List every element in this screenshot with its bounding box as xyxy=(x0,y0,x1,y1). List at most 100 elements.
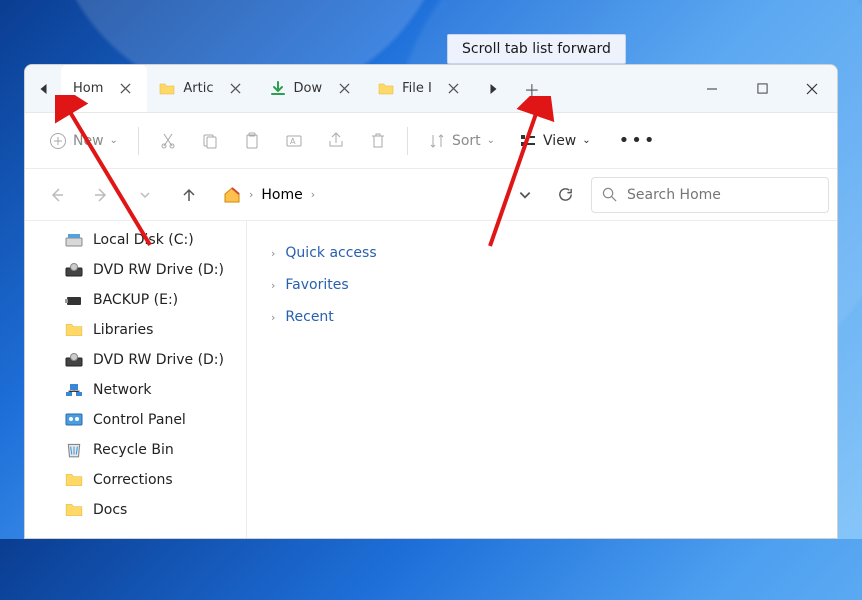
triangle-left-icon xyxy=(39,83,48,95)
sidebar-item-local-disk[interactable]: Local Disk (C:) xyxy=(25,225,246,255)
more-options-button[interactable]: ••• xyxy=(609,122,667,159)
sort-label: Sort xyxy=(452,133,481,149)
sidebar-item-libraries[interactable]: Libraries xyxy=(25,315,246,345)
tab-articles[interactable]: Artic xyxy=(147,65,257,112)
section-recent[interactable]: › Recent xyxy=(267,301,817,333)
window-controls xyxy=(687,65,837,113)
dvd-icon xyxy=(65,261,83,279)
triangle-right-icon xyxy=(489,83,498,95)
section-label: Quick access xyxy=(285,245,376,261)
titlebar: Hom Artic Dow File I ＋ xyxy=(25,65,837,113)
history-dropdown-button[interactable] xyxy=(507,177,543,213)
address-bar: › Home › xyxy=(25,169,837,221)
close-icon xyxy=(448,83,459,94)
tab-label: Artic xyxy=(183,81,213,96)
section-quick-access[interactable]: ›Quick access xyxy=(267,237,817,269)
tab-close-button[interactable] xyxy=(330,75,358,103)
delete-button[interactable] xyxy=(359,124,397,158)
sidebar-label: DVD RW Drive (D:) xyxy=(93,262,224,278)
content-pane[interactable]: ›Quick access › Favorites › Recent xyxy=(247,221,837,538)
usb-drive-icon xyxy=(65,291,83,309)
view-button[interactable]: View ⌄ xyxy=(509,124,601,158)
chevron-right-icon: › xyxy=(271,311,275,324)
section-favorites[interactable]: › Favorites xyxy=(267,269,817,301)
paste-button[interactable] xyxy=(233,124,271,158)
sidebar-item-backup[interactable]: BACKUP (E:) xyxy=(25,285,246,315)
breadcrumb-bar[interactable]: › Home › xyxy=(215,177,499,213)
chevron-down-icon: ⌄ xyxy=(487,135,495,146)
tab-close-button[interactable] xyxy=(222,75,250,103)
chevron-down-icon xyxy=(139,189,151,201)
divider xyxy=(407,127,408,155)
section-label: Recent xyxy=(285,309,333,325)
arrow-up-icon xyxy=(180,186,198,204)
control-panel-icon xyxy=(65,411,83,429)
tab-label: Hom xyxy=(73,81,103,96)
sidebar-item-corrections[interactable]: Corrections xyxy=(25,465,246,495)
scroll-tabs-forward-button[interactable] xyxy=(476,65,512,113)
rename-button[interactable]: A xyxy=(275,124,313,158)
cut-icon xyxy=(159,132,177,150)
refresh-icon xyxy=(557,186,574,203)
home-icon xyxy=(223,186,241,204)
chevron-down-icon: ⌄ xyxy=(110,135,118,146)
sidebar-item-recycle-bin[interactable]: Recycle Bin xyxy=(25,435,246,465)
delete-icon xyxy=(369,132,387,150)
command-toolbar: New ⌄ A Sort ⌄ View ⌄ ••• xyxy=(25,113,837,169)
sidebar-item-dvd[interactable]: DVD RW Drive (D:) xyxy=(25,255,246,285)
sidebar-label: DVD RW Drive (D:) xyxy=(93,352,224,368)
new-tab-button[interactable]: ＋ xyxy=(512,65,552,113)
nav-recent-button[interactable] xyxy=(127,177,163,213)
maximize-button[interactable] xyxy=(737,65,787,113)
minimize-icon xyxy=(706,83,718,95)
sidebar-label: Control Panel xyxy=(93,412,186,428)
search-box[interactable] xyxy=(591,177,829,213)
copy-button[interactable] xyxy=(191,124,229,158)
sidebar-item-network[interactable]: Network xyxy=(25,375,246,405)
nav-forward-button[interactable] xyxy=(83,177,119,213)
rename-icon: A xyxy=(285,132,303,150)
close-icon xyxy=(120,83,131,94)
nav-back-button[interactable] xyxy=(39,177,75,213)
new-icon xyxy=(49,132,67,150)
search-input[interactable] xyxy=(627,187,818,203)
sidebar-item-docs[interactable]: Docs xyxy=(25,495,246,525)
sidebar-label: Libraries xyxy=(93,322,153,338)
divider xyxy=(138,127,139,155)
section-label: Favorites xyxy=(285,277,348,293)
navigation-pane[interactable]: Local Disk (C:) DVD RW Drive (D:) BACKUP… xyxy=(25,221,247,538)
maximize-icon xyxy=(757,83,768,94)
new-button[interactable]: New ⌄ xyxy=(39,124,128,158)
refresh-button[interactable] xyxy=(547,177,583,213)
tab-home[interactable]: Hom xyxy=(61,65,147,112)
tab-label: File I xyxy=(402,81,432,96)
scroll-tabs-back-button[interactable] xyxy=(25,65,61,113)
cut-button[interactable] xyxy=(149,124,187,158)
tab-file[interactable]: File I xyxy=(366,65,476,112)
network-icon xyxy=(65,381,83,399)
minimize-button[interactable] xyxy=(687,65,737,113)
explorer-body: Local Disk (C:) DVD RW Drive (D:) BACKUP… xyxy=(25,221,837,538)
arrow-left-icon xyxy=(48,186,66,204)
tab-close-button[interactable] xyxy=(111,75,139,103)
view-label: View xyxy=(543,133,576,149)
folder-icon xyxy=(159,81,175,97)
chevron-right-icon: › xyxy=(271,279,275,292)
close-window-button[interactable] xyxy=(787,65,837,113)
share-button[interactable] xyxy=(317,124,355,158)
nav-up-button[interactable] xyxy=(171,177,207,213)
close-icon xyxy=(230,83,241,94)
tab-downloads[interactable]: Dow xyxy=(258,65,367,112)
scroll-forward-tooltip: Scroll tab list forward xyxy=(447,34,626,64)
sort-button[interactable]: Sort ⌄ xyxy=(418,124,505,158)
chevron-down-icon xyxy=(518,188,532,202)
sidebar-item-control-panel[interactable]: Control Panel xyxy=(25,405,246,435)
tab-close-button[interactable] xyxy=(440,75,468,103)
sidebar-item-dvd-2[interactable]: DVD RW Drive (D:) xyxy=(25,345,246,375)
sidebar-label: BACKUP (E:) xyxy=(93,292,178,308)
sidebar-label: Local Disk (C:) xyxy=(93,232,194,248)
breadcrumb-segment[interactable]: Home xyxy=(261,187,302,203)
chevron-right-icon: › xyxy=(249,188,253,201)
sidebar-label: Network xyxy=(93,382,151,398)
folder-icon xyxy=(65,471,83,489)
